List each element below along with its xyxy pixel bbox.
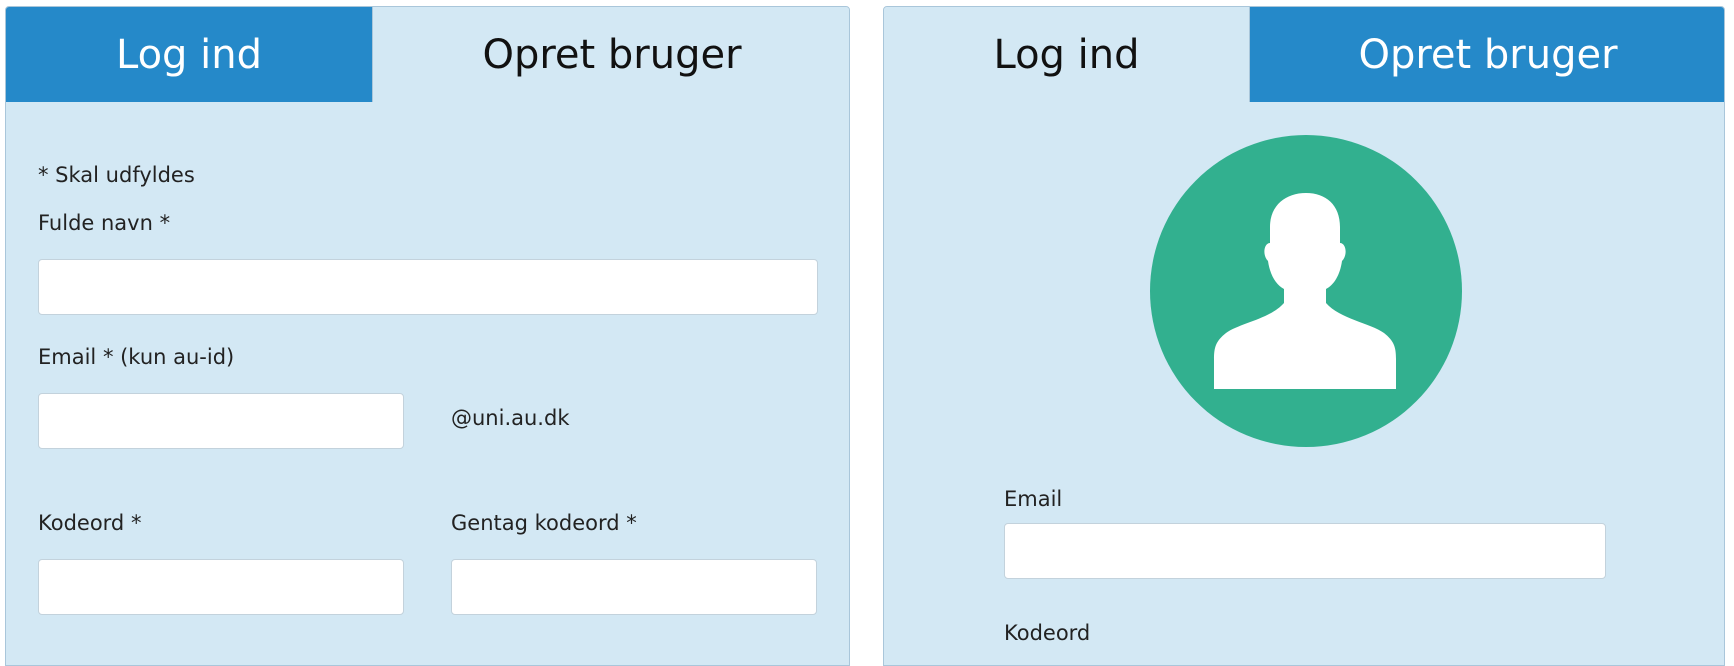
repeat-password-label: Gentag kodeord * [451,511,637,535]
tab-opret-bruger[interactable]: Opret bruger [372,7,849,102]
login-password-label: Kodeord [1004,621,1091,645]
tab-log-ind-label: Log ind [993,31,1140,78]
tab-log-ind-label: Log ind [115,31,262,78]
password-label: Kodeord * [38,511,142,535]
user-avatar-icon [1150,135,1462,447]
repeat-password-input[interactable] [451,559,817,615]
login-email-label: Email [1004,487,1063,511]
login-email-input[interactable] [1004,523,1606,579]
tab-log-ind[interactable]: Log ind [884,7,1250,102]
full-name-input[interactable] [38,259,818,315]
tab-opret-bruger[interactable]: Opret bruger [1250,7,1724,102]
required-note: * Skal udfyldes [38,163,195,187]
tab-opret-bruger-label: Opret bruger [1358,31,1618,78]
full-name-label: Fulde navn * [38,211,171,235]
tab-opret-bruger-label: Opret bruger [482,31,742,78]
login-tabs: Log ind Opret bruger [884,7,1724,102]
tab-log-ind[interactable]: Log ind [6,7,372,102]
signup-panel: Log ind Opret bruger * Skal udfyldes Ful… [5,6,850,666]
email-label: Email * (kun au-id) [38,345,235,369]
password-input[interactable] [38,559,404,615]
signup-tabs: Log ind Opret bruger [6,7,849,102]
email-domain-suffix: @uni.au.dk [451,406,570,430]
login-panel: Log ind Opret bruger Email Kodeord [883,6,1725,666]
user-silhouette-icon [1214,193,1396,389]
email-input[interactable] [38,393,404,449]
